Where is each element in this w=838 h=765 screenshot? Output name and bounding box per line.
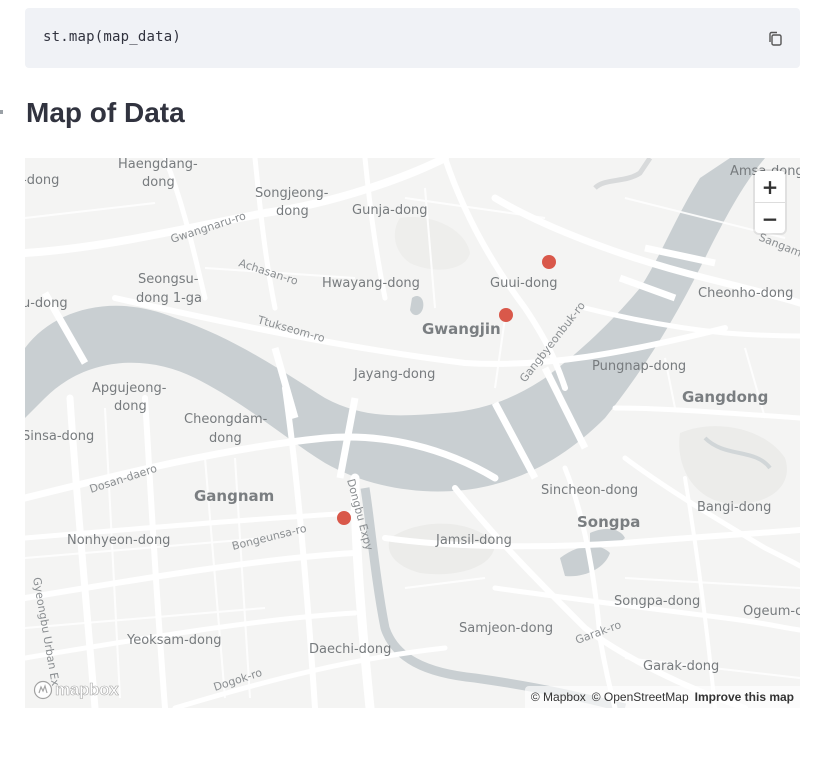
svg-text:Gangdong: Gangdong (682, 388, 768, 406)
svg-text:Nonhyeon-dong: Nonhyeon-dong (67, 533, 170, 548)
svg-text:dong: dong (142, 175, 175, 190)
svg-text:Garak-dong: Garak-dong (643, 659, 719, 674)
svg-text:Apgujeong-: Apgujeong- (92, 381, 167, 396)
copy-icon (769, 31, 782, 46)
map-base: Haengdang- dong Songjeong- dong Gunja-do… (25, 158, 800, 708)
svg-text:Gunja-dong: Gunja-dong (352, 203, 428, 218)
svg-text:Gwangjin: Gwangjin (422, 320, 501, 338)
mapbox-logo-icon (33, 680, 53, 700)
code-text: st.map(map_data) (43, 29, 182, 45)
svg-text:Bangi-dong: Bangi-dong (697, 500, 771, 515)
svg-text:Cheongdam-: Cheongdam- (184, 412, 268, 427)
svg-text:Jayang-dong: Jayang-dong (353, 367, 435, 382)
improve-map-link[interactable]: Improve this map (695, 690, 794, 704)
code-block: st.map(map_data) (25, 8, 800, 68)
svg-text:Yeoksam-dong: Yeoksam-dong (126, 633, 222, 648)
zoom-in-button[interactable]: + (755, 171, 785, 202)
mapbox-attribution-link[interactable]: © Mapbox (531, 690, 586, 704)
svg-text:Songpa: Songpa (577, 513, 640, 531)
svg-text:Pungnap-dong: Pungnap-dong (592, 359, 686, 374)
svg-text:u-dong: u-dong (25, 296, 68, 311)
map-point[interactable] (542, 255, 556, 269)
mapbox-logo-text: mapbox (55, 680, 119, 700)
svg-text:Samjeon-dong: Samjeon-dong (459, 621, 553, 636)
svg-text:dong 1-ga: dong 1-ga (136, 291, 202, 306)
svg-text:Sinsa-dong: Sinsa-dong (25, 429, 94, 444)
svg-text:dong: dong (276, 204, 309, 219)
svg-text:Songjeong-: Songjeong- (255, 186, 329, 201)
svg-text:dong: dong (114, 399, 147, 414)
svg-text:Jamsil-dong: Jamsil-dong (435, 533, 512, 548)
svg-text:Sincheon-dong: Sincheon-dong (541, 483, 638, 498)
link-icon[interactable] (0, 104, 3, 120)
zoom-control: + − (755, 171, 785, 233)
svg-text:Haengdang-: Haengdang- (118, 158, 198, 172)
svg-text:-dong: -dong (25, 173, 59, 188)
zoom-out-button[interactable]: − (755, 202, 785, 234)
page-title: Map of Data (26, 97, 185, 128)
map-point[interactable] (499, 308, 513, 322)
svg-text:Ogeum-c: Ogeum-c (743, 604, 800, 619)
svg-text:Cheonho-dong: Cheonho-dong (698, 286, 793, 301)
svg-text:Songpa-dong: Songpa-dong (614, 594, 700, 609)
mapbox-logo[interactable]: mapbox (33, 680, 119, 700)
svg-text:Seongsu-: Seongsu- (138, 272, 199, 287)
map-canvas[interactable]: Haengdang- dong Songjeong- dong Gunja-do… (25, 158, 800, 708)
copy-button[interactable] (766, 30, 784, 48)
map-point[interactable] (337, 511, 351, 525)
svg-text:Guui-dong: Guui-dong (490, 276, 558, 291)
map-attribution: © Mapbox © OpenStreetMap Improve this ma… (524, 686, 800, 708)
svg-text:Hwayang-dong: Hwayang-dong (322, 276, 420, 291)
osm-attribution-link[interactable]: © OpenStreetMap (592, 690, 689, 704)
svg-text:dong: dong (209, 431, 242, 446)
svg-text:Gangnam: Gangnam (194, 487, 274, 505)
svg-text:Daechi-dong: Daechi-dong (309, 642, 391, 657)
